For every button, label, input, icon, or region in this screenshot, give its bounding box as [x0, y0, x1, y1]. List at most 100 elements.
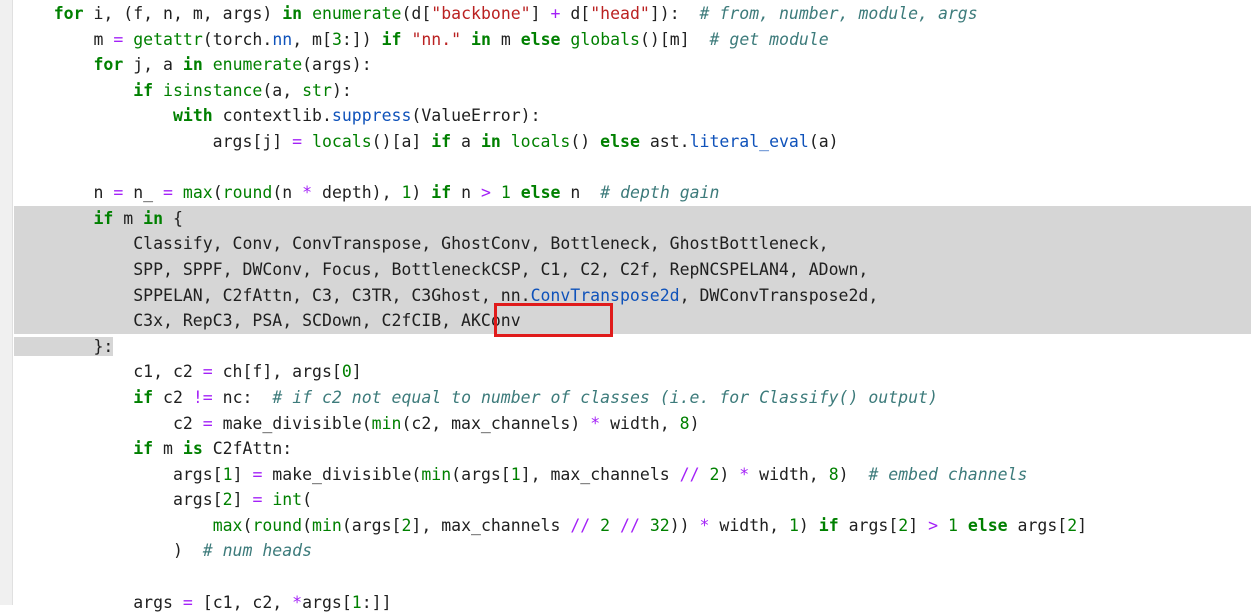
editor-gutter	[0, 0, 13, 605]
code-token: )	[838, 464, 869, 484]
code-token: 2	[898, 515, 909, 535]
code-token: ()[m]	[639, 29, 710, 49]
code-token: nn	[272, 29, 293, 49]
code-token: "head"	[590, 4, 650, 23]
code-line[interactable]: if m is C2fAttn:	[14, 436, 1251, 462]
code-line[interactable]: c2 = make_divisible(min(c2, max_channels…	[14, 411, 1251, 437]
code-token: //	[620, 515, 640, 535]
code-token: , DWConvTranspose2d,	[679, 285, 879, 305]
code-line[interactable]: with contextlib.suppress(ValueError):	[14, 103, 1251, 129]
code-line[interactable]: c1, c2 = ch[f], args[0]	[14, 359, 1251, 385]
code-token: :])	[341, 29, 382, 49]
code-token: getattr	[133, 29, 203, 49]
code-token: 8	[828, 464, 839, 484]
code-line[interactable]: if isinstance(a, str):	[14, 78, 1251, 104]
code-line[interactable]: args[2] = int(	[14, 487, 1251, 513]
code-token: min	[371, 413, 402, 433]
code-token: n	[451, 183, 481, 203]
code-line[interactable]: m = getattr(torch.nn, m[3:]) if "nn." in…	[14, 27, 1251, 53]
code-token: width,	[749, 464, 829, 484]
code-token: if	[431, 183, 452, 203]
code-token: (a)	[808, 131, 839, 151]
code-token: make_divisible(	[262, 464, 422, 484]
code-token: literal_eval	[689, 131, 809, 151]
code-token: (d[	[401, 4, 432, 23]
code-token: =	[163, 183, 173, 203]
code-line-content	[14, 158, 24, 177]
code-token: SPP, SPPF, DWConv, Focus, BottleneckCSP,…	[14, 259, 869, 279]
code-token: isinstance	[163, 80, 263, 100]
code-token: # embed channels	[868, 464, 1028, 484]
code-viewer: for i, (f, n, m, args) in enumerate(d["b…	[0, 0, 1251, 612]
code-line-content: if c2 != nc: # if c2 not equal to number…	[14, 388, 938, 407]
code-token: args[	[838, 515, 899, 535]
code-line-content: for i, (f, n, m, args) in enumerate(d["b…	[14, 4, 978, 23]
code-line[interactable]: args[1] = make_divisible(min(args[1], ma…	[14, 462, 1251, 488]
code-token: //	[679, 464, 700, 484]
code-token: (n	[272, 183, 303, 203]
code-token: for	[93, 55, 124, 75]
code-token: [c1, c2,	[192, 592, 293, 612]
code-line[interactable]: for i, (f, n, m, args) in enumerate(d["b…	[14, 1, 1251, 27]
code-token: )	[798, 515, 819, 535]
code-line[interactable]: if m in {	[14, 205, 1251, 232]
code-token: =	[113, 183, 124, 203]
code-line-content: args[2] = int(	[14, 490, 312, 509]
code-token: c2	[14, 413, 203, 433]
code-line[interactable]: Classify, Conv, ConvTranspose, GhostConv…	[14, 231, 1251, 257]
code-line[interactable]: }:	[14, 334, 1251, 360]
code-token: >	[928, 515, 939, 535]
code-line[interactable]: SPP, SPPF, DWConv, Focus, BottleneckCSP,…	[14, 256, 1251, 283]
code-token: args[	[14, 490, 223, 510]
code-line[interactable]: for j, a in enumerate(args):	[14, 52, 1251, 78]
code-token: 32	[649, 515, 670, 535]
code-line[interactable]: SPPELAN, C2fAttn, C3, C3TR, C3Ghost, nn.…	[14, 282, 1251, 309]
code-token: *	[590, 413, 601, 433]
code-line[interactable]: C3x, RepC3, PSA, SCDown, C2fCIB, AKConv	[14, 308, 1251, 334]
code-token: else	[520, 183, 561, 203]
code-token: m	[14, 29, 114, 49]
code-token: ]	[232, 464, 253, 484]
code-token: args	[14, 592, 183, 612]
code-token: in	[143, 208, 164, 228]
code-line[interactable]: args = [c1, c2, *args[1:]]	[14, 590, 1251, 615]
code-token: # depth gain	[600, 183, 720, 203]
code-token: is	[182, 439, 203, 459]
code-token: =	[292, 131, 303, 151]
code-token: ]	[1077, 515, 1088, 535]
code-line[interactable]: ) # num heads	[14, 538, 1251, 564]
code-token: 1	[788, 515, 799, 535]
code-token: =	[202, 362, 213, 382]
code-token: (	[242, 515, 253, 535]
code-token: 1	[510, 464, 521, 484]
code-line[interactable]	[14, 155, 1251, 181]
code-token: m	[490, 29, 521, 49]
code-token: "backbone"	[431, 4, 531, 23]
code-token: args[	[14, 464, 223, 484]
code-token: ]	[908, 515, 929, 535]
code-line-content: with contextlib.suppress(ValueError):	[14, 106, 541, 125]
code-line-content: }:	[14, 336, 114, 356]
code-line[interactable]: n = n_ = max(round(n * depth), 1) if n >…	[14, 180, 1251, 206]
code-token: # num heads	[202, 541, 313, 561]
code-text-area[interactable]: for i, (f, n, m, args) in enumerate(d["b…	[14, 0, 1251, 612]
code-token: (	[302, 490, 313, 510]
code-line[interactable]: max(round(min(args[2], max_channels // 2…	[14, 513, 1251, 539]
code-line[interactable]: if c2 != nc: # if c2 not equal to number…	[14, 385, 1251, 411]
code-line[interactable]	[14, 564, 1251, 590]
code-token: width,	[600, 413, 680, 433]
code-line[interactable]: args[j] = locals()[a] if a in locals() e…	[14, 129, 1251, 155]
